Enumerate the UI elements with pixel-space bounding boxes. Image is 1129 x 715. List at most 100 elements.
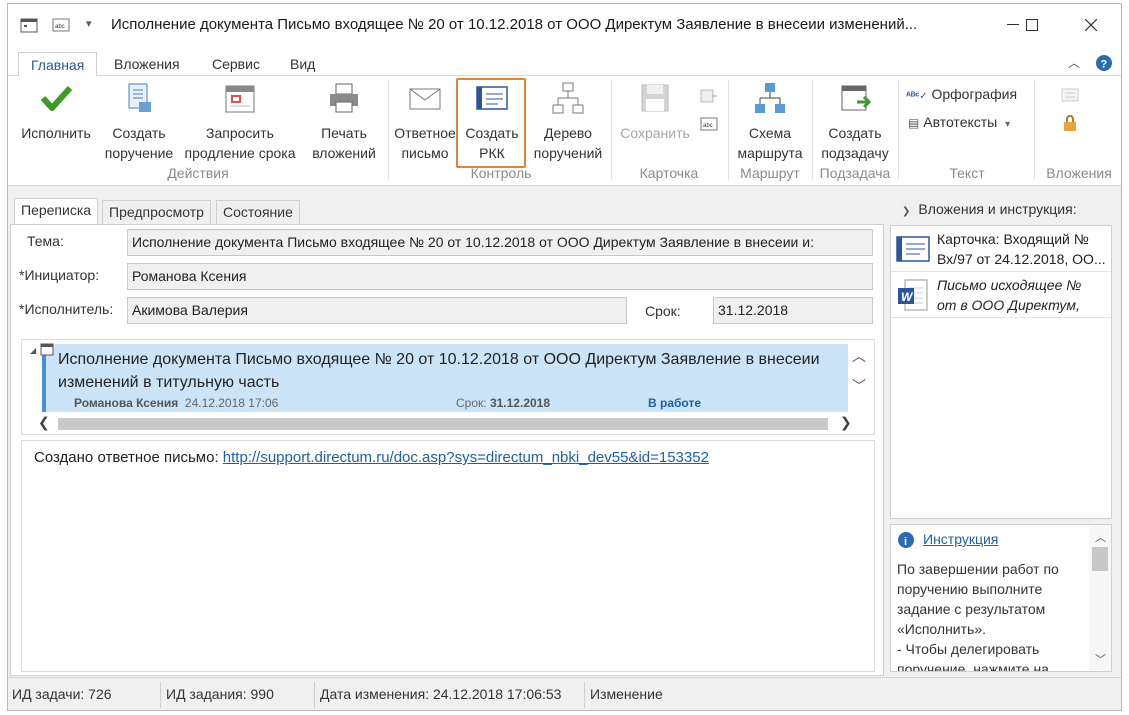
deadline-field[interactable]: 31.12.2018 (713, 297, 873, 324)
thread-scroll-down-icon[interactable]: ﹀ (852, 376, 866, 396)
instruction-link[interactable]: Инструкция (923, 531, 998, 547)
attachment-item-card[interactable]: Карточка: Входящий № Вх/97 от 24.12.2018… (891, 226, 1111, 272)
spelling-small-icon[interactable]: abc (52, 17, 70, 33)
route-scheme-button[interactable]: Схема маршрута (730, 80, 810, 163)
group-separator (812, 80, 813, 180)
scroll-right-icon[interactable]: ❯ (840, 414, 852, 431)
thread-item[interactable]: Исполнение документа Письмо входящее № 2… (40, 343, 848, 412)
attachment-letter-line1: Письмо исходящее № (937, 277, 1082, 293)
spelling-card-icon[interactable]: abc (700, 116, 718, 132)
status-separator (584, 682, 585, 708)
attachments-header[interactable]: ❯ Вложения и инструкция: (902, 201, 1077, 217)
collapse-ribbon-icon[interactable]: ︿ (1068, 54, 1080, 71)
spelling-button[interactable]: ᴬᴮᶜ✓ Орфография (906, 86, 1017, 102)
hscroll-thumb[interactable] (58, 418, 828, 430)
checkmark-icon (40, 85, 73, 111)
maximize-button[interactable] (1009, 4, 1055, 46)
tab-service[interactable]: Сервис (200, 52, 272, 77)
subject-field[interactable]: Исполнение документа Письмо входящее № 2… (127, 229, 873, 256)
create-subtask-button[interactable]: Создать подзадачу (814, 80, 896, 163)
scroll-up-icon[interactable]: ︿ (1095, 529, 1106, 545)
printer-icon (330, 83, 358, 113)
maximize-icon (1026, 19, 1038, 31)
execute-label: Исполнить (21, 125, 91, 141)
tab-home[interactable]: Главная (18, 52, 98, 77)
request-extension-label-2: продление срока (184, 145, 296, 161)
correspondence-panel: Тема: Исполнение документа Письмо входящ… (10, 224, 884, 676)
executor-label: *Исполнитель: (19, 301, 114, 317)
expand-chevron-icon: ❯ (902, 206, 911, 217)
autotext-icon: ▤ (908, 116, 920, 130)
word-doc-icon: W (898, 279, 928, 311)
deadline-label: Срок: (645, 303, 681, 319)
card-action-icon[interactable] (700, 88, 718, 104)
status-separator (160, 682, 161, 708)
thread-item-deadline-line: Срок: 31.12.2018 (456, 396, 550, 410)
svg-text:W: W (901, 290, 914, 304)
envelope-icon (409, 88, 441, 110)
help-icon[interactable]: ? (1095, 54, 1113, 72)
attachment-item-letter[interactable]: W Письмо исходящее № от в ООО Директум, (891, 272, 1111, 318)
tab-view[interactable]: Вид (278, 52, 327, 77)
assignment-id: ИД задания: 990 (166, 686, 274, 702)
executor-field[interactable]: Акимова Валерия (127, 297, 627, 324)
attachments-header-label: Вложения и инструкция: (918, 201, 1077, 217)
group-text-label: Текст (949, 165, 985, 181)
scroll-down-icon[interactable]: ﹀ (1095, 651, 1106, 667)
group-actions-label: Действия (167, 165, 229, 181)
orders-tree-button[interactable]: Дерево поручений (526, 80, 610, 163)
autotext-label: Автотексты (923, 114, 998, 130)
route-label-2: маршрута (737, 145, 803, 161)
create-rkk-button[interactable]: Создать РКК (460, 80, 524, 163)
tree-icon (552, 82, 584, 114)
spelling-label: Орфография (931, 86, 1018, 102)
tab-preview[interactable]: Предпросмотр (102, 200, 211, 224)
thread-collapse-icon[interactable]: ◢ (30, 346, 36, 355)
thread-item-deadline-label: Срок: (456, 396, 487, 410)
thread-item-author: Романова Ксения (74, 396, 179, 410)
ribbon-tabs: Главная Вложения Сервис Вид ︿ ? (8, 46, 1121, 77)
group-subtask-label: Подзадача (819, 165, 891, 181)
save-button[interactable]: Сохранить (614, 80, 696, 143)
tab-state[interactable]: Состояние (216, 200, 300, 224)
group-separator (728, 80, 729, 180)
task-id: ИД задачи: 726 (12, 686, 112, 702)
close-button[interactable] (1068, 4, 1114, 46)
instruction-panel: i Инструкция По завершении работ по пору… (890, 524, 1112, 672)
attachments-pane: ❯ Вложения и инструкция: Карточка: Входящ… (888, 187, 1121, 677)
status-bar: ИД задачи: 726 ИД задания: 990 Дата изме… (8, 677, 1121, 710)
card-icon (476, 86, 508, 110)
instruction-scrollbar[interactable]: ︿ ﹀ (1089, 525, 1111, 671)
reply-letter-button[interactable]: Ответное письмо (392, 80, 458, 163)
group-route-label: Маршрут (740, 165, 800, 181)
attachment-list-icon[interactable] (1061, 88, 1079, 102)
create-order-button[interactable]: Создать поручение (98, 80, 180, 163)
create-order-label-1: Создать (112, 125, 166, 141)
scroll-thumb[interactable] (1092, 547, 1108, 571)
request-extension-button[interactable]: Запросить продление срока (180, 80, 300, 163)
message-body[interactable]: Создано ответное письмо: http://support.… (21, 440, 875, 672)
status-separator (314, 682, 315, 708)
route-scheme-icon (755, 83, 785, 113)
print-attachments-button[interactable]: Печать вложений (302, 80, 386, 163)
tab-correspondence[interactable]: Переписка (14, 198, 99, 224)
thread-scroll-up-icon[interactable]: ︿ (852, 346, 866, 366)
ribbon: Исполнить Создать поручение Запросить пр… (8, 76, 1121, 186)
tab-attachments[interactable]: Вложения (102, 52, 192, 77)
floppy-icon (641, 84, 669, 112)
request-extension-label-1: Запросить (206, 125, 274, 141)
create-order-icon (128, 83, 151, 112)
autotext-button[interactable]: ▤ Автотексты ▾ (908, 114, 1010, 130)
lock-icon[interactable] (1062, 114, 1078, 132)
print-label-2: вложений (312, 145, 376, 161)
execute-button[interactable]: Исполнить (14, 80, 98, 143)
quick-access-dropdown-icon[interactable]: ▾ (86, 17, 104, 33)
thread-hscrollbar[interactable]: ❮ ❯ (34, 414, 864, 432)
scroll-left-icon[interactable]: ❮ (38, 414, 50, 431)
initiator-field[interactable]: Романова Ксения (127, 263, 873, 290)
thread-item-author-line: Романова Ксения 24.12.2018 17:06 (74, 396, 278, 410)
save-label: Сохранить (620, 125, 690, 141)
message-link[interactable]: http://support.directum.ru/doc.asp?sys=d… (223, 449, 709, 466)
info-icon: i (898, 532, 914, 548)
attachment-letter-text: Письмо исходящее № от в ООО Директум, (937, 275, 1109, 315)
